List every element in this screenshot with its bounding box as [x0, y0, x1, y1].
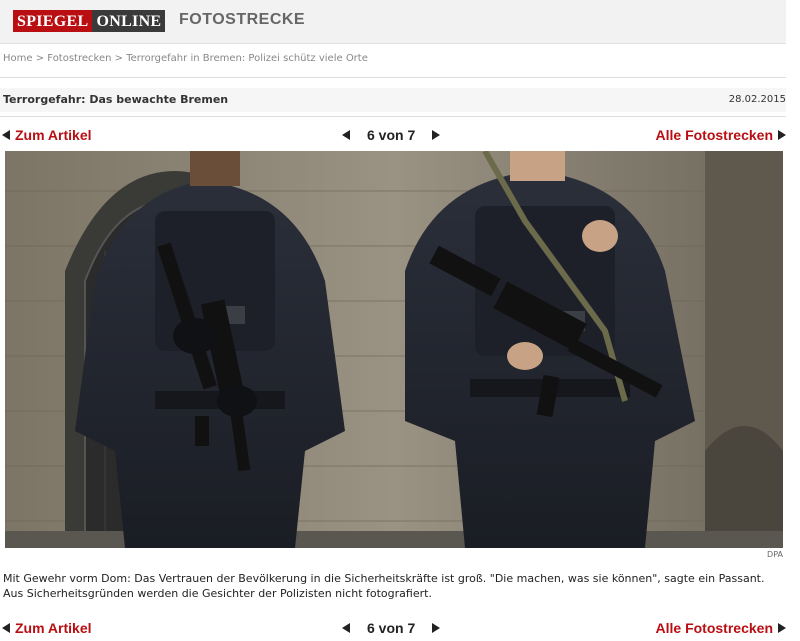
arrow-left-icon	[342, 130, 350, 140]
all-galleries-label: Alle Fotostrecken	[655, 620, 773, 636]
breadcrumb: Home > Fotostrecken > Terrorgefahr in Br…	[3, 53, 368, 64]
logo-spiegel: SPIEGEL	[13, 10, 93, 32]
previous-image-button[interactable]	[342, 620, 350, 636]
breadcrumb-home[interactable]: Home	[3, 53, 33, 64]
pager: 6 von 7	[342, 620, 441, 636]
logo-online: ONLINE	[92, 10, 166, 32]
image-counter: 6 von 7	[367, 620, 416, 636]
image-counter: 6 von 7	[367, 127, 416, 143]
site-header: SPIEGEL ONLINE FOTOSTRECKE	[0, 0, 786, 44]
all-galleries-link[interactable]: Alle Fotostrecken	[656, 127, 786, 143]
back-to-article-link[interactable]: Zum Artikel	[2, 620, 92, 636]
arrow-left-icon	[2, 623, 10, 633]
gallery-date: 28.02.2015	[728, 94, 786, 105]
arrow-right-icon	[432, 130, 441, 140]
back-to-article-label: Zum Artikel	[15, 127, 92, 143]
pager: 6 von 7	[342, 127, 441, 143]
divider	[0, 77, 786, 78]
all-galleries-link[interactable]: Alle Fotostrecken	[656, 620, 786, 636]
next-image-button[interactable]	[432, 620, 441, 636]
gallery-title: Terrorgefahr: Das bewachte Bremen	[3, 93, 229, 106]
back-to-article-label: Zum Artikel	[15, 620, 92, 636]
next-image-button[interactable]	[432, 127, 441, 143]
breadcrumb-separator: >	[114, 53, 124, 64]
spiegel-online-logo[interactable]: SPIEGEL ONLINE	[13, 10, 166, 32]
all-galleries-label: Alle Fotostrecken	[655, 127, 773, 143]
arrow-left-icon	[2, 130, 10, 140]
breadcrumb-fotostrecken[interactable]: Fotostrecken	[47, 53, 111, 64]
breadcrumb-current: Terrorgefahr in Bremen: Polizei schütz v…	[126, 53, 368, 64]
gallery-photo[interactable]	[5, 151, 783, 548]
arrow-right-icon	[778, 130, 786, 140]
breadcrumb-separator: >	[35, 53, 45, 64]
arrow-right-icon	[432, 623, 441, 633]
photo-police-officers	[5, 151, 783, 548]
gallery-nav-top: Zum Artikel 6 von 7 Alle Fotostrecken	[0, 127, 786, 145]
gallery-nav-bottom: Zum Artikel 6 von 7 Alle Fotostrecken	[0, 620, 786, 638]
section-title: FOTOSTRECKE	[179, 11, 306, 28]
previous-image-button[interactable]	[342, 127, 350, 143]
photo-caption: Mit Gewehr vorm Dom: Das Vertrauen der B…	[3, 572, 765, 600]
divider	[0, 116, 786, 117]
arrow-left-icon	[342, 623, 350, 633]
gallery-title-bar: Terrorgefahr: Das bewachte Bremen 28.02.…	[0, 88, 786, 112]
photo-credit: DPA	[767, 550, 783, 559]
back-to-article-link[interactable]: Zum Artikel	[2, 127, 92, 143]
arrow-right-icon	[778, 623, 786, 633]
